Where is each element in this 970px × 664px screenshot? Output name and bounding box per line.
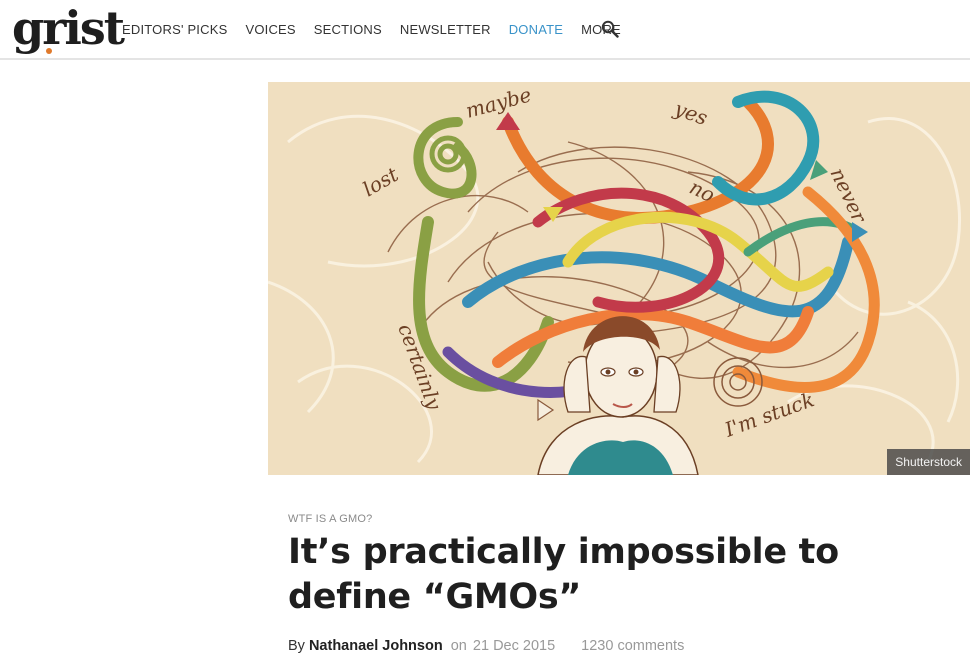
nav-editors-picks[interactable]: EDITORS' PICKS — [122, 22, 227, 37]
nav-donate[interactable]: DONATE — [509, 22, 563, 37]
image-credit: Shutterstock — [887, 449, 970, 475]
main-nav: EDITORS' PICKS VOICES SECTIONS NEWSLETTE… — [122, 22, 639, 37]
search-icon[interactable] — [601, 20, 619, 38]
word-im-stuck: I'm stuck — [721, 387, 818, 442]
article-byline: By Nathanael Johnson on 21 Dec 2015 1230… — [288, 638, 684, 654]
publish-date: 21 Dec 2015 — [472, 638, 556, 654]
author-link[interactable]: Nathanael Johnson — [309, 638, 443, 654]
nav-newsletter[interactable]: NEWSLETTER — [400, 22, 491, 37]
nav-voices[interactable]: VOICES — [245, 22, 295, 37]
site-logo[interactable]: grist — [12, 0, 125, 56]
tangled-thoughts-illustration: maybe yes lost no never certainly I'm st… — [268, 82, 961, 475]
site-header: grist EDITORS' PICKS VOICES SECTIONS NEW… — [0, 0, 970, 60]
word-yes: yes — [670, 96, 711, 130]
article-kicker[interactable]: WTF IS A GMO? — [288, 513, 373, 525]
word-lost: lost — [359, 162, 404, 202]
nav-sections[interactable]: SECTIONS — [314, 22, 382, 37]
word-maybe: maybe — [463, 82, 534, 122]
comments-link[interactable]: 1230 comments — [581, 638, 684, 654]
hero-image: maybe yes lost no never certainly I'm st… — [268, 82, 970, 475]
date-prefix: on — [450, 638, 467, 654]
logo-dot — [46, 48, 52, 54]
article-title: It’s practically impossible to define “G… — [288, 532, 839, 617]
author-prefix: By — [288, 638, 305, 654]
